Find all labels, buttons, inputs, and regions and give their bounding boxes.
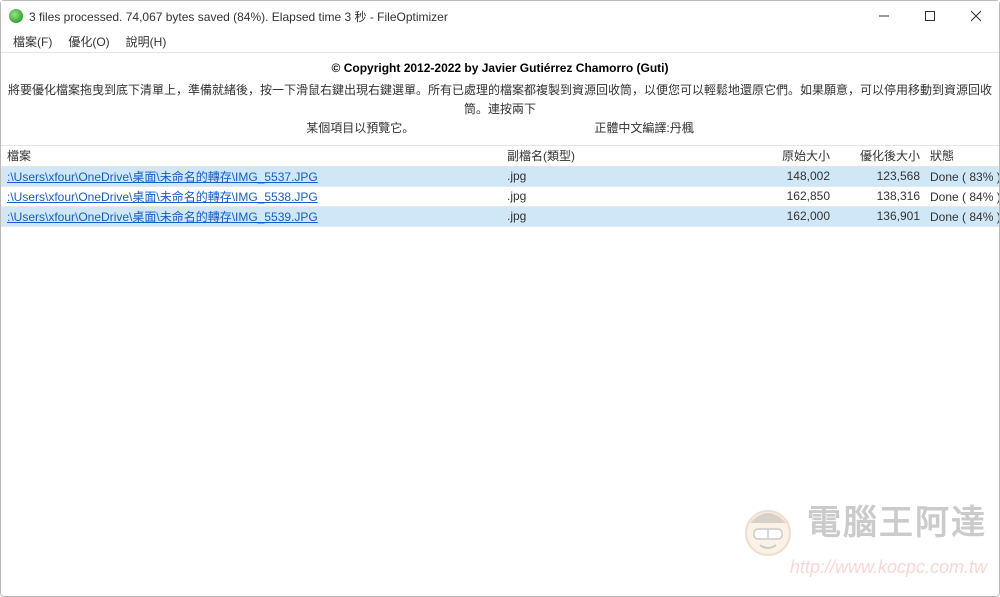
cell-status: Done ( 83% ) in 2 秒 xyxy=(926,168,999,185)
window-controls xyxy=(861,1,999,31)
menubar: 檔案(F) 優化(O) 說明(H) xyxy=(1,31,999,53)
menu-help[interactable]: 說明(H) xyxy=(118,31,175,52)
cell-opt: 138,316 xyxy=(836,189,926,203)
column-header-opt[interactable]: 優化後大小 xyxy=(836,147,926,164)
menu-file[interactable]: 檔案(F) xyxy=(5,31,60,52)
file-link[interactable]: :\Users\xfour\OneDrive\桌面\未命名的轉存\IMG_553… xyxy=(7,210,318,224)
watermark-mascot-icon xyxy=(738,501,798,561)
column-header-status[interactable]: 狀態 xyxy=(926,147,999,164)
menu-optimize[interactable]: 優化(O) xyxy=(60,31,117,52)
column-header-orig[interactable]: 原始大小 xyxy=(721,147,836,164)
info-block: 將要優化檔案拖曳到底下清單上，準備就緒後，按一下滑鼠右鍵出現右鍵選單。所有已處理… xyxy=(1,81,999,145)
column-header-ext[interactable]: 副檔名(類型) xyxy=(501,147,721,164)
watermark-url: http://www.kocpc.com.tw xyxy=(738,557,987,578)
info-line-3: 正體中文編譯:丹楓 xyxy=(594,121,693,135)
file-link[interactable]: :\Users\xfour\OneDrive\桌面\未命名的轉存\IMG_553… xyxy=(7,190,318,204)
close-button[interactable] xyxy=(953,1,999,31)
cell-ext: .jpg xyxy=(501,189,721,203)
app-icon xyxy=(9,9,23,23)
table-row[interactable]: :\Users\xfour\OneDrive\桌面\未命名的轉存\IMG_553… xyxy=(1,207,999,227)
copyright-text: © Copyright 2012-2022 by Javier Gutiérre… xyxy=(1,53,999,81)
cell-opt: 136,901 xyxy=(836,209,926,223)
table-body: :\Users\xfour\OneDrive\桌面\未命名的轉存\IMG_553… xyxy=(1,167,999,227)
titlebar: 3 files processed. 74,067 bytes saved (8… xyxy=(1,1,999,31)
titlebar-text: 3 files processed. 74,067 bytes saved (8… xyxy=(29,8,861,25)
cell-orig: 162,000 xyxy=(721,209,836,223)
column-header-file[interactable]: 檔案 xyxy=(1,147,501,164)
cell-ext: .jpg xyxy=(501,209,721,223)
table-row[interactable]: :\Users\xfour\OneDrive\桌面\未命名的轉存\IMG_553… xyxy=(1,187,999,207)
table-row[interactable]: :\Users\xfour\OneDrive\桌面\未命名的轉存\IMG_553… xyxy=(1,167,999,187)
info-line-2: 某個項目以預覽它。 xyxy=(306,121,414,135)
info-line-1: 將要優化檔案拖曳到底下清單上，準備就緒後，按一下滑鼠右鍵出現右鍵選單。所有已處理… xyxy=(8,83,992,116)
cell-ext: .jpg xyxy=(501,169,721,183)
cell-orig: 162,850 xyxy=(721,189,836,203)
cell-opt: 123,568 xyxy=(836,169,926,183)
watermark-title: 電腦王阿達 xyxy=(807,504,987,542)
watermark: 電腦王阿達 http://www.kocpc.com.tw xyxy=(738,495,987,578)
cell-status: Done ( 84% ) in 1 秒 xyxy=(926,208,999,225)
file-link[interactable]: :\Users\xfour\OneDrive\桌面\未命名的轉存\IMG_553… xyxy=(7,170,318,184)
table-header: 檔案 副檔名(類型) 原始大小 優化後大小 狀態 xyxy=(1,145,999,167)
cell-status: Done ( 84% ) in 1 秒 xyxy=(926,188,999,205)
minimize-button[interactable] xyxy=(861,1,907,31)
maximize-button[interactable] xyxy=(907,1,953,31)
cell-orig: 148,002 xyxy=(721,169,836,183)
